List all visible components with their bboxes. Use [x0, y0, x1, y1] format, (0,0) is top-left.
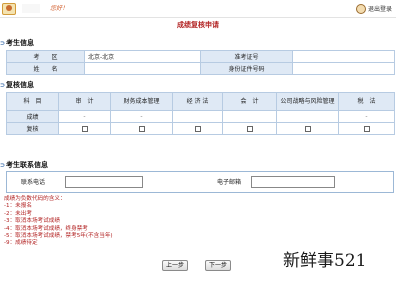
note-line: -9：成绩待定 [4, 240, 38, 247]
logout-link[interactable]: 退出登录 [368, 4, 392, 13]
recheck-audit-cell [58, 122, 111, 135]
note-line: -3：取消本场考试成绩 [4, 218, 60, 225]
recheck-accounting-cell [222, 122, 277, 135]
score-row: 成绩 - - - [6, 110, 395, 123]
note-line: -4：取消本场考试成绩，终身禁考 [4, 225, 88, 232]
recheck-economic-law-cell [172, 122, 223, 135]
recheck-row-label: 复核 [6, 122, 59, 135]
recheck-strategy-checkbox[interactable] [304, 125, 311, 132]
phone-label: 联系电话 [21, 179, 46, 186]
recheck-table: 科 目 审 计 财务成本管理 经 济 法 会 计 公司战略与风险管理 税 法 成… [6, 92, 395, 135]
admission-label: 准考证号 [200, 50, 293, 63]
recheck-strategy-cell [276, 122, 339, 135]
id-label: 身份证件号码 [200, 62, 293, 75]
email-label: 电子邮箱 [217, 179, 242, 186]
header-strategy: 公司战略与风险管理 [276, 92, 339, 111]
admission-value [292, 50, 395, 63]
name-label: 姓 名 [6, 62, 85, 75]
name-value [84, 62, 201, 75]
header-financial-cost: 财务成本管理 [110, 92, 173, 111]
user-icon [2, 3, 16, 15]
header-accounting: 会 计 [222, 92, 277, 111]
recheck-tax-law-checkbox[interactable] [363, 125, 370, 132]
candidate-info-table: 考 区 北京-北京 准考证号 姓 名 身份证件号码 [6, 50, 395, 75]
email-input[interactable] [251, 176, 335, 188]
section-marker-icon: ⊃ [0, 162, 6, 169]
watermark-text: 新鲜事521 [283, 251, 367, 271]
section-marker-icon: ⊃ [0, 40, 6, 47]
notes-heading: 成绩为负数代码的含义： [4, 196, 66, 202]
header-subject: 科 目 [6, 92, 59, 111]
user-name-redacted [22, 4, 40, 13]
welcome-text: 您好！ [50, 5, 69, 12]
section-contact-info: ⊃考生联系信息 [0, 161, 49, 169]
logout-icon[interactable] [356, 4, 366, 14]
score-row-label: 成绩 [6, 110, 59, 123]
next-step-button[interactable]: 下一步 [205, 260, 231, 271]
recheck-tax-law-cell [338, 122, 395, 135]
recheck-audit-checkbox[interactable] [81, 125, 88, 132]
header-tax-law: 税 法 [338, 92, 395, 111]
recheck-financial-cost-checkbox[interactable] [138, 125, 145, 132]
section-candidate-info: ⊃考生信息 [0, 39, 35, 47]
score-audit: - [58, 110, 111, 123]
id-value [292, 62, 395, 75]
page-title: 成绩复核申请 [177, 21, 219, 29]
score-financial-cost: - [110, 110, 173, 123]
header-audit: 审 计 [58, 92, 111, 111]
score-strategy [276, 110, 339, 123]
region-value: 北京-北京 [84, 50, 201, 63]
recheck-row: 复核 [6, 122, 395, 135]
header-economic-law: 经 济 法 [172, 92, 223, 111]
score-economic-law [172, 110, 223, 123]
recheck-accounting-checkbox[interactable] [246, 125, 253, 132]
region-label: 考 区 [6, 50, 85, 63]
score-tax-law: - [338, 110, 395, 123]
score-code-notes: 成绩为负数代码的含义： -1：未报名 -2：未出考 -3：取消本场考试成绩 -4… [4, 196, 204, 248]
note-line: -1：未报名 [4, 203, 32, 210]
recheck-financial-cost-cell [110, 122, 173, 135]
contact-info-box: 联系电话 电子邮箱 [6, 171, 394, 193]
phone-input[interactable] [65, 176, 143, 188]
prev-step-button[interactable]: 上一步 [162, 260, 188, 271]
recheck-economic-law-checkbox[interactable] [194, 125, 201, 132]
section-recheck-info: ⊃复核信息 [0, 81, 35, 89]
top-bar: 您好！ 退出登录 [0, 0, 396, 18]
score-accounting [222, 110, 277, 123]
recheck-header-row: 科 目 审 计 财务成本管理 经 济 法 会 计 公司战略与风险管理 税 法 [6, 92, 395, 111]
section-marker-icon: ⊃ [0, 82, 6, 89]
